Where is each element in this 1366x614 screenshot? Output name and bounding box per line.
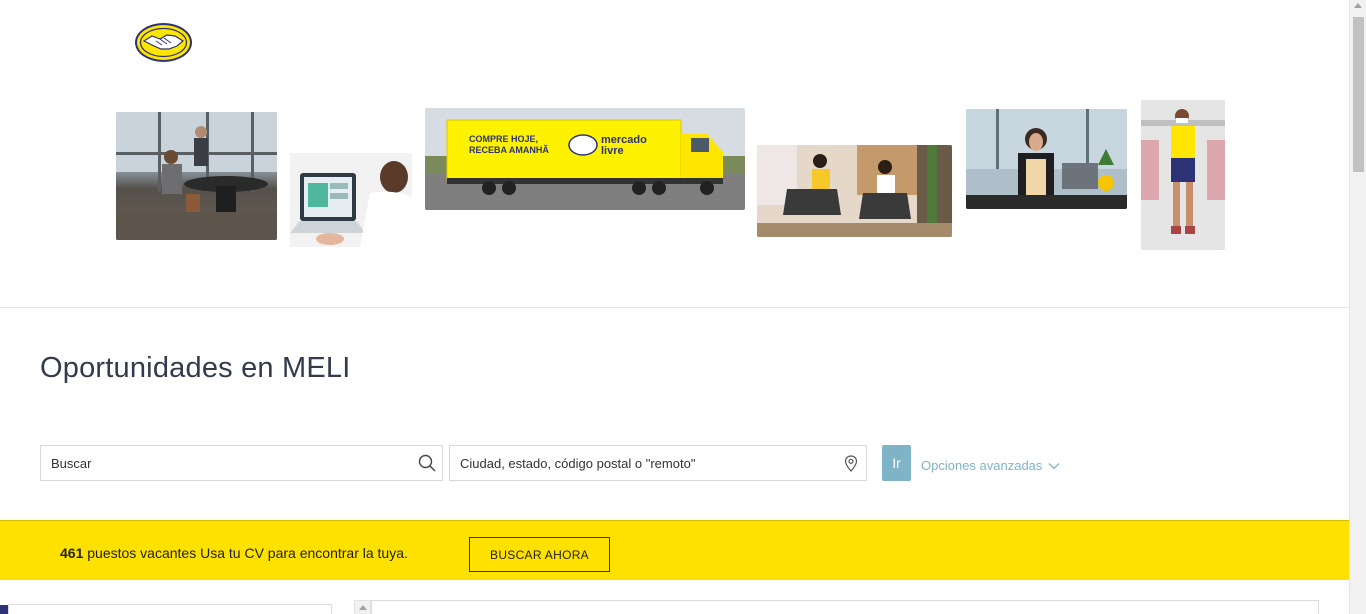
- banner-message: Usa tu CV para encontrar la tuya.: [200, 545, 408, 561]
- delivery-truck-photo: COMPRE HOJE, RECEBA AMANHÃ mercado livre: [425, 108, 745, 210]
- scroll-up-arrow-icon[interactable]: [1354, 3, 1362, 8]
- warehouse-worker-photo: [1141, 100, 1225, 250]
- search-now-button[interactable]: BUSCAR AHORA: [469, 537, 610, 572]
- filters-panel: [8, 604, 332, 614]
- location-search-field[interactable]: [449, 445, 867, 481]
- hero-divider: [0, 307, 1349, 308]
- chevron-down-icon: [1048, 462, 1060, 469]
- keyword-search-input[interactable]: [51, 446, 411, 480]
- advanced-options-label: Opciones avanzadas: [921, 458, 1043, 473]
- inner-scrollbar[interactable]: [354, 600, 371, 614]
- office-meeting-photo: [116, 112, 277, 240]
- scroll-up-arrow-icon[interactable]: [359, 605, 367, 610]
- search-go-button[interactable]: Ir: [882, 445, 911, 481]
- advanced-options-toggle[interactable]: Opciones avanzadas: [921, 458, 1060, 473]
- keyword-search-field[interactable]: [40, 445, 443, 481]
- search-icon[interactable]: [418, 454, 436, 472]
- page-scrollbar[interactable]: [1349, 0, 1366, 614]
- scroll-thumb[interactable]: [1353, 17, 1364, 172]
- truck-slogan-line1: COMPRE HOJE,: [469, 134, 538, 144]
- mercado-libre-logo[interactable]: [134, 22, 193, 63]
- sidebar-edge: [0, 605, 8, 614]
- job-count: 461: [60, 545, 84, 561]
- lounge-workers-photo: [757, 145, 952, 237]
- careers-page: COMPRE HOJE, RECEBA AMANHÃ mercado livre: [0, 0, 1349, 614]
- truck-slogan-line2: RECEBA AMANHÃ: [469, 145, 549, 155]
- banner-text: 461 puestos vacantes Usa tu CV para enco…: [60, 545, 408, 561]
- truck-brand-line2: livre: [601, 145, 624, 157]
- laptop-user-photo: [290, 153, 412, 247]
- results-panel: [371, 600, 1319, 614]
- page-title: Oportunidades en MELI: [40, 352, 351, 384]
- job-count-label: puestos vacantes: [87, 545, 197, 561]
- map-pin-icon[interactable]: [844, 455, 858, 472]
- location-search-input[interactable]: [460, 446, 840, 480]
- cv-upload-banner: 461 puestos vacantes Usa tu CV para enco…: [0, 520, 1349, 580]
- remote-worker-photo: [966, 109, 1127, 209]
